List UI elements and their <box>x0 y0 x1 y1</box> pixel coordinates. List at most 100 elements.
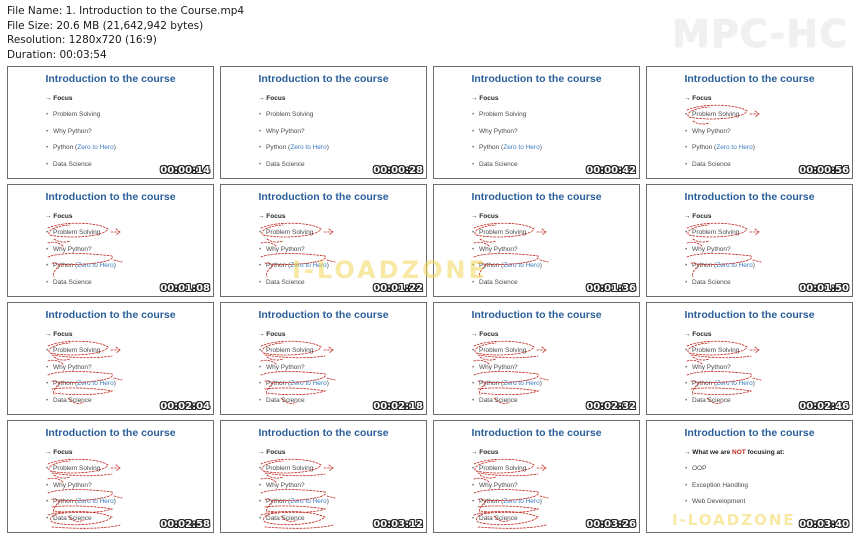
bullet-item: OOP <box>685 465 784 472</box>
bullet-text: ) <box>539 144 542 151</box>
slide-title: Introduction to the course <box>471 191 602 203</box>
slide-heading: → Focus <box>471 331 499 338</box>
bullet-item: Problem Solving <box>259 229 329 236</box>
thumbnail[interactable]: Introduction to the course → Focus Problem… <box>646 184 853 297</box>
bullet-item: Python (Zero to Hero) <box>472 262 542 269</box>
bullet-item: Data Science <box>472 279 542 286</box>
slide-bullets: → Focus Problem Solving Why Python? Python … <box>45 331 116 413</box>
timestamp: 00:00:14 <box>160 165 210 176</box>
slide-bullets: → Focus Problem Solving Why Python? Python … <box>684 213 755 295</box>
file-name-line: File Name: 1. Introduction to the Course… <box>7 5 245 17</box>
slide-heading: → Focus <box>258 331 286 338</box>
slide-heading: → Focus <box>45 449 73 456</box>
thumbnail[interactable]: Introduction to the course → Focus Problem… <box>433 302 640 415</box>
slide-bullets: → Focus Problem Solving Why Python? Python … <box>258 95 329 177</box>
slide-title: Introduction to the course <box>258 427 389 439</box>
bullet-highlight: Zero to Hero <box>77 380 114 387</box>
bullet-text: ) <box>326 498 329 505</box>
bullet-text: Python ( <box>692 144 717 151</box>
bullet-item: Data Science <box>685 279 755 286</box>
slide-heading: → Focus <box>471 95 499 102</box>
bullet-item: Problem Solving <box>46 229 116 236</box>
bullet-text: Python ( <box>479 144 504 151</box>
bullet-item: Problem Solving <box>472 111 542 118</box>
thumbnail[interactable]: Introduction to the course → Focus Problem… <box>433 420 640 533</box>
bullet-item: Why Python? <box>259 482 329 489</box>
slide-title: Introduction to the course <box>684 73 815 85</box>
bullet-item: Problem Solving <box>472 465 542 472</box>
bullet-item: Why Python? <box>472 364 542 371</box>
bullet-item: Problem Solving <box>46 347 116 354</box>
bullet-text: ) <box>752 144 755 151</box>
bullet-text: Python ( <box>53 498 78 505</box>
heading-text: focusing at: <box>745 449 785 456</box>
bullet-text: ) <box>326 144 329 151</box>
bullet-item: Why Python? <box>472 482 542 489</box>
bullet-item: Python (Zero to Hero) <box>46 144 116 151</box>
slide-heading: → Focus <box>471 449 499 456</box>
slide-bullets: → Focus Problem Solving Why Python? Python … <box>471 331 542 413</box>
bullet-item: Problem Solving <box>472 229 542 236</box>
bullet-highlight: Zero to Hero <box>716 144 753 151</box>
bullet-item: Python (Zero to Hero) <box>259 498 329 505</box>
bullet-highlight: Zero to Hero <box>716 262 753 269</box>
bullet-highlight: Zero to Hero <box>290 498 327 505</box>
timestamp: 00:02:32 <box>586 401 636 412</box>
file-info: File Name: 1. Introduction to the Course… <box>7 4 244 62</box>
bullet-text: ) <box>113 144 116 151</box>
bullet-item: Why Python? <box>46 364 116 371</box>
bullet-item: Data Science <box>472 397 542 404</box>
slide-title: Introduction to the course <box>45 191 176 203</box>
slide-heading: → What we are NOT focusing at: <box>684 449 784 456</box>
thumbnail[interactable]: Introduction to the course → Focus Problem… <box>646 302 853 415</box>
bullet-text: Python ( <box>53 262 78 269</box>
bullet-item: Why Python? <box>259 364 329 371</box>
bullet-text: Python ( <box>266 144 291 151</box>
timestamp: 00:01:36 <box>586 283 636 294</box>
bullet-highlight: Zero to Hero <box>77 498 114 505</box>
bullet-item: Data Science <box>259 161 329 168</box>
bullet-item: Data Science <box>685 397 755 404</box>
bullet-item: Data Science <box>46 397 116 404</box>
mpc-hc-logo: MPC-HC <box>672 12 848 56</box>
thumbnail[interactable]: Introduction to the course → Focus Problem… <box>220 302 427 415</box>
bullet-item: Problem Solving <box>259 465 329 472</box>
thumbnail[interactable]: Introduction to the course → Focus Problem… <box>7 184 214 297</box>
bullet-item: Problem Solving <box>685 111 755 118</box>
bullet-item: Python (Zero to Hero) <box>259 144 329 151</box>
slide-heading: → Focus <box>45 331 73 338</box>
bullet-text: Python ( <box>53 380 78 387</box>
bullet-highlight: Zero to Hero <box>503 498 540 505</box>
bullet-text: ) <box>539 262 542 269</box>
thumbnail[interactable]: Introduction to the course → Focus Problem… <box>433 66 640 179</box>
timestamp: 00:03:12 <box>373 519 423 530</box>
slide-title: Introduction to the course <box>258 191 389 203</box>
file-size-line: File Size: 20.6 MB (21,642,942 bytes) <box>7 19 204 32</box>
thumbnail[interactable]: Introduction to the course → Focus Problem… <box>220 420 427 533</box>
slide-bullets: → Focus Problem Solving Why Python? Python … <box>45 449 116 531</box>
bullet-highlight: Zero to Hero <box>716 380 753 387</box>
bullet-item: Python (Zero to Hero) <box>472 380 542 387</box>
slide-bullets: → Focus Problem Solving Why Python? Python … <box>471 449 542 531</box>
thumbnail[interactable]: Introduction to the course → Focus Problem… <box>7 302 214 415</box>
thumbnail[interactable]: Introduction to the course → Focus Problem… <box>646 66 853 179</box>
bullet-item: Python (Zero to Hero) <box>685 262 755 269</box>
bullet-item: Python (Zero to Hero) <box>46 498 116 505</box>
thumbnail[interactable]: Introduction to the course → Focus Problem… <box>220 66 427 179</box>
slide-heading: → Focus <box>258 95 286 102</box>
duration-line: Duration: 00:03:54 <box>7 48 107 61</box>
bullet-item: Python (Zero to Hero) <box>685 380 755 387</box>
timestamp: 00:00:28 <box>373 165 423 176</box>
bullet-highlight: Zero to Hero <box>77 144 114 151</box>
slide-title: Introduction to the course <box>471 73 602 85</box>
bullet-item: Data Science <box>46 279 116 286</box>
bullet-text: ) <box>539 498 542 505</box>
slide-bullets: → What we are NOT focusing at: OOP Excepti… <box>684 449 784 515</box>
bullet-text: Python ( <box>692 262 717 269</box>
thumbnail[interactable]: Introduction to the course → Focus Problem… <box>7 420 214 533</box>
bullet-item: Problem Solving <box>259 347 329 354</box>
bullet-highlight: Zero to Hero <box>290 144 327 151</box>
thumbnail[interactable]: Introduction to the course → Focus Problem… <box>7 66 214 179</box>
timestamp: 00:01:22 <box>373 283 423 294</box>
bullet-item: Why Python? <box>46 246 116 253</box>
